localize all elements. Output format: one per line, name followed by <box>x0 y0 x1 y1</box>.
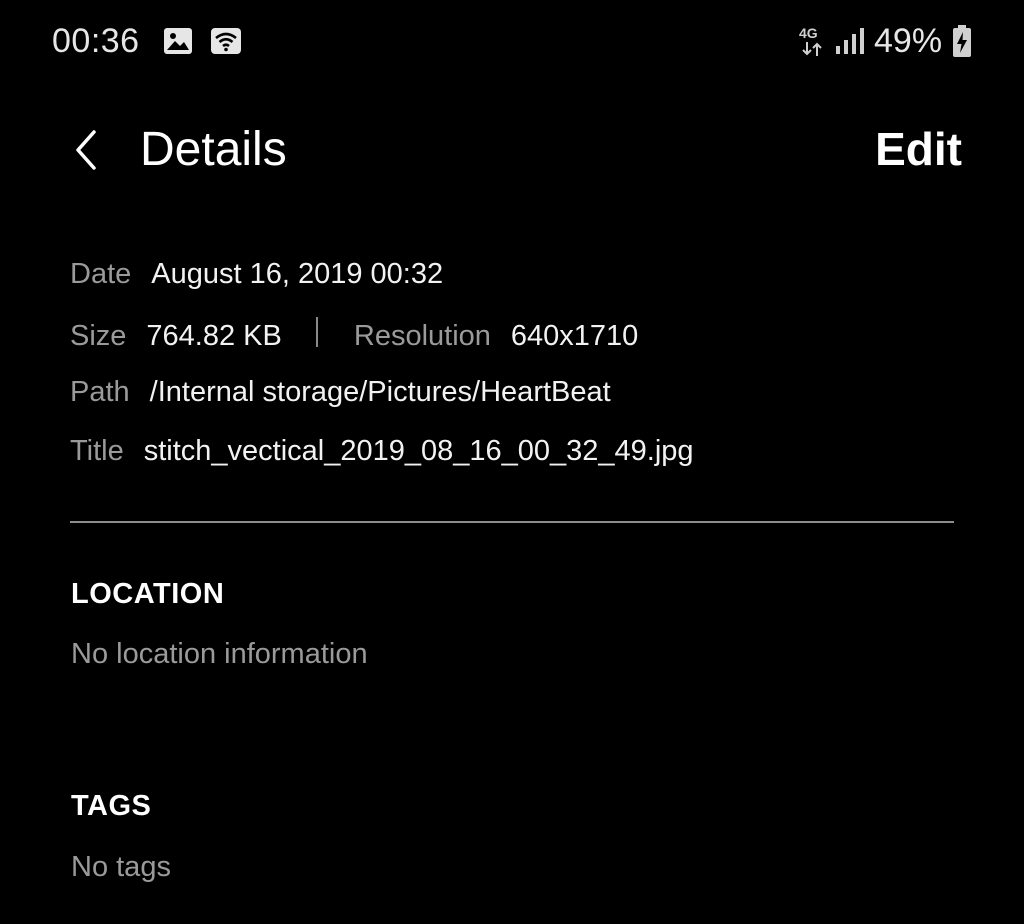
back-button[interactable] <box>60 122 116 178</box>
path-value: /Internal storage/Pictures/HeartBeat <box>149 376 611 408</box>
tags-text: No tags <box>71 851 171 883</box>
image-notification-icon <box>164 28 192 54</box>
resolution-value: 640x1710 <box>510 320 639 352</box>
separator <box>315 317 318 347</box>
chevron-left-icon <box>76 130 96 170</box>
app-bar: Details Edit <box>0 100 1024 200</box>
wifi-icon <box>211 28 241 54</box>
tags-heading: TAGS <box>71 790 152 822</box>
battery-charging-icon <box>953 25 971 57</box>
title-value: stitch_vectical_2019_08_16_00_32_49.jpg <box>143 435 694 467</box>
path-row: Path/Internal storage/Pictures/HeartBeat <box>70 376 611 416</box>
status-bar: 00:36 4G 49% <box>0 0 1024 84</box>
size-value: 764.82 KB <box>146 320 282 352</box>
signal-strength-icon <box>836 28 864 54</box>
path-label: Path <box>70 376 130 408</box>
location-text: No location information <box>71 638 368 670</box>
date-row: Date August 16, 2019 00:32 <box>70 258 443 298</box>
status-time: 00:36 <box>52 22 140 60</box>
network-type-label: 4G <box>799 25 818 41</box>
page-title: Details <box>140 123 287 176</box>
battery-percentage: 49% <box>874 22 943 60</box>
size-label: Size <box>70 320 127 352</box>
date-label: Date <box>70 258 132 290</box>
divider <box>70 521 954 523</box>
4g-data-icon: 4G <box>799 25 825 59</box>
size-resolution-row: Size 764.82 KB Resolution 640x1710 <box>70 317 638 357</box>
date-value: August 16, 2019 00:32 <box>151 258 444 290</box>
title-label: Title <box>70 435 124 467</box>
resolution-label: Resolution <box>353 320 491 352</box>
title-row: Title stitch_vectical_2019_08_16_00_32_49… <box>70 435 694 475</box>
edit-button[interactable]: Edit <box>875 122 962 176</box>
location-heading: LOCATION <box>71 578 225 610</box>
